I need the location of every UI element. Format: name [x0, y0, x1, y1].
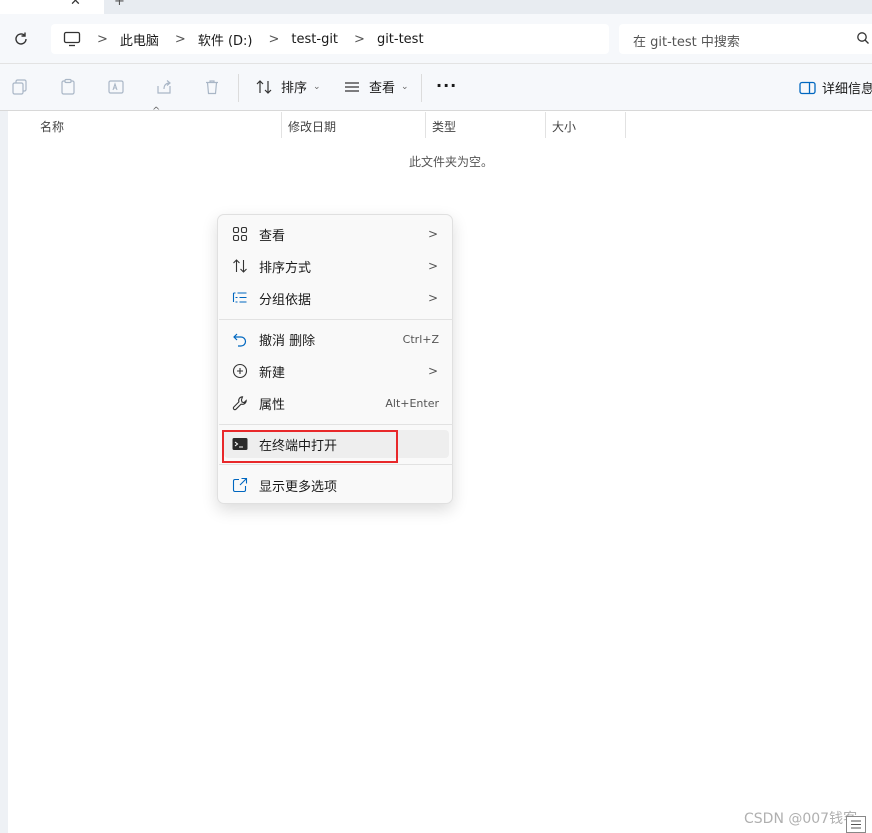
breadcrumb-drive-d[interactable]: 软件 (D:) — [198, 30, 253, 49]
column-divider[interactable] — [545, 112, 546, 138]
search-icon[interactable] — [856, 31, 870, 45]
more-options-button[interactable]: ··· — [436, 76, 457, 95]
menu-item-group-by[interactable]: 分组依据 > — [224, 283, 448, 313]
column-divider[interactable] — [281, 112, 282, 138]
empty-folder-message: 此文件夹为空。 — [409, 155, 494, 169]
menu-separator — [219, 319, 453, 320]
paste-icon[interactable] — [59, 78, 77, 96]
menu-item-label: 新建 — [259, 365, 286, 381]
address-bar[interactable]: > 此电脑 > 软件 (D:) > test-git > git-test — [51, 24, 609, 54]
menu-item-properties[interactable]: 属性 Alt+Enter — [224, 388, 448, 418]
view-list-icon — [345, 81, 359, 92]
menu-item-label: 查看 — [259, 228, 286, 244]
toolbar-divider — [238, 74, 239, 102]
breadcrumb-test-git[interactable]: test-git — [291, 32, 338, 47]
breadcrumb-separator[interactable]: > — [269, 32, 280, 47]
group-list-icon — [232, 292, 247, 303]
column-type-label: 类型 — [432, 119, 457, 134]
copy-icon[interactable] — [11, 78, 29, 96]
column-header-size[interactable]: 大小 — [552, 114, 576, 138]
menu-item-label: 显示更多选项 — [259, 479, 338, 495]
share-icon[interactable] — [155, 78, 173, 96]
details-view-icon[interactable] — [846, 816, 866, 833]
menu-item-label: 撤消 删除 — [259, 333, 316, 349]
chevron-down-icon: ⌄ — [313, 81, 321, 92]
column-header-modified[interactable]: 修改日期 — [288, 114, 336, 138]
menu-item-show-more-options[interactable]: 显示更多选项 — [224, 470, 448, 500]
sort-button[interactable]: 排序 ⌄ — [255, 77, 321, 96]
menu-item-label: 分组依据 — [259, 292, 312, 308]
shortcut-text: Alt+Enter — [385, 396, 439, 410]
chevron-down-icon: ⌄ — [401, 81, 409, 92]
rename-icon[interactable] — [107, 78, 125, 96]
column-header-name[interactable]: 名称 — [40, 114, 64, 138]
menu-separator — [219, 464, 453, 465]
command-bar: 排序 ⌄ 查看 ⌄ ··· 详细信息 — [0, 64, 872, 111]
breadcrumb-separator[interactable]: > — [175, 32, 186, 47]
sort-ascending-icon: ^ — [152, 106, 161, 117]
column-divider[interactable] — [425, 112, 426, 138]
sort-label: 排序 — [281, 81, 308, 96]
toolbar-divider — [421, 74, 422, 102]
chevron-right-icon: > — [427, 291, 438, 305]
breadcrumb-separator: > — [97, 31, 108, 47]
new-tab-icon[interactable]: + — [114, 0, 125, 9]
view-button[interactable]: 查看 ⌄ — [343, 77, 409, 96]
tab-close-icon[interactable]: ✕ — [70, 0, 81, 9]
shortcut-text: Ctrl+Z — [402, 332, 439, 346]
search-box[interactable]: 在 git-test 中搜索 — [619, 24, 872, 54]
watermark: CSDN @007钱客 — [744, 811, 858, 827]
active-tab[interactable] — [0, 0, 104, 14]
menu-item-view[interactable]: 查看 > — [224, 219, 448, 249]
search-input[interactable]: 在 git-test 中搜索 — [633, 31, 740, 50]
address-row: > 此电脑 > 软件 (D:) > test-git > git-test 在 … — [0, 14, 872, 64]
wrench-icon — [232, 396, 247, 411]
computer-icon — [63, 31, 81, 47]
chevron-right-icon: > — [427, 364, 438, 378]
sort-icon — [233, 259, 247, 273]
column-name-label: 名称 — [40, 119, 65, 134]
column-divider[interactable] — [625, 112, 626, 138]
annotation-highlight-box — [222, 430, 398, 463]
menu-item-sort-by[interactable]: 排序方式 > — [224, 251, 448, 281]
view-label: 查看 — [369, 81, 396, 96]
new-plus-icon — [232, 363, 248, 379]
undo-icon — [233, 333, 247, 347]
breadcrumb-separator[interactable]: > — [354, 32, 365, 47]
breadcrumb-this-pc[interactable]: 此电脑 — [120, 30, 159, 49]
chevron-right-icon: > — [427, 227, 438, 241]
breadcrumb-git-test[interactable]: git-test — [377, 32, 424, 47]
chevron-right-icon: > — [427, 259, 438, 273]
tab-strip: ✕ + — [0, 0, 872, 14]
details-button[interactable]: 详细信息 — [799, 78, 872, 97]
refresh-icon[interactable] — [12, 30, 30, 48]
menu-item-undo-delete[interactable]: 撤消 删除 Ctrl+Z — [224, 324, 448, 354]
column-modified-label: 修改日期 — [288, 119, 337, 134]
column-header-type[interactable]: 类型 — [432, 114, 456, 138]
details-label: 详细信息 — [822, 82, 872, 97]
sort-icon — [256, 79, 272, 94]
column-size-label: 大小 — [552, 119, 577, 134]
menu-item-label: 属性 — [259, 397, 286, 413]
expand-icon — [232, 477, 248, 493]
menu-item-label: 排序方式 — [259, 260, 312, 276]
navigation-pane-edge — [0, 111, 8, 833]
grid-icon — [232, 226, 248, 242]
delete-icon[interactable] — [203, 78, 221, 96]
menu-separator — [219, 424, 453, 425]
menu-item-new[interactable]: 新建 > — [224, 356, 448, 386]
details-pane-icon — [799, 81, 816, 94]
